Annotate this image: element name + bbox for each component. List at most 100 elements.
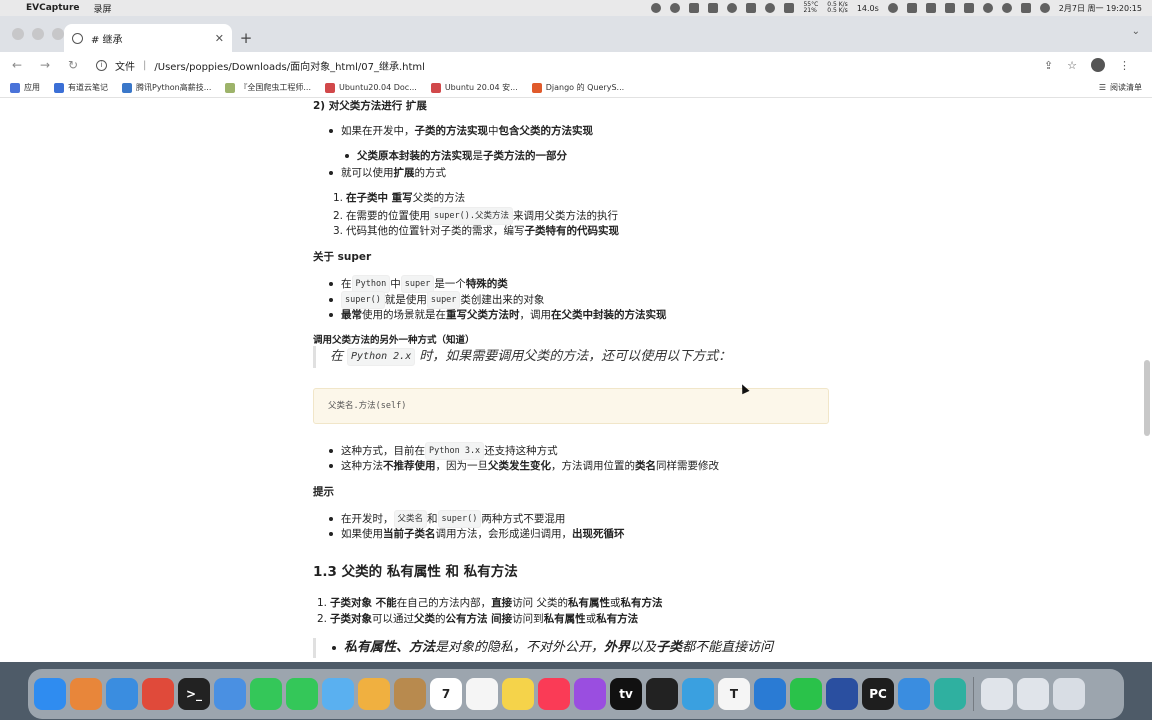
url-text[interactable]: /Users/poppies/Downloads/面向对象_html/07_继承… bbox=[154, 58, 425, 73]
ubuntu-icon bbox=[430, 82, 441, 93]
notes-brown-icon[interactable] bbox=[394, 678, 426, 710]
trash-icon[interactable] bbox=[1053, 678, 1085, 710]
close-window-button[interactable] bbox=[12, 28, 24, 40]
list-item: 如果在开发中， 子类的方法实现 中 包含 父类的方法实现 bbox=[329, 123, 593, 139]
video-player-icon[interactable] bbox=[826, 678, 858, 710]
pinwheel-icon[interactable] bbox=[670, 3, 681, 13]
close-tab-icon[interactable]: ✕ bbox=[215, 32, 224, 45]
tab-strip: # 继承 ✕ + ⌄ bbox=[0, 16, 1152, 52]
podcasts-icon[interactable] bbox=[574, 678, 606, 710]
dock-divider bbox=[973, 677, 974, 711]
list-item: 最常 使用的场景就是在 重写父类方法时 ，调用 在父类中封装的方法实现 bbox=[329, 307, 667, 323]
tencent-icon bbox=[122, 82, 132, 93]
forward-icon[interactable]: → bbox=[36, 58, 54, 72]
reminders-icon[interactable] bbox=[466, 678, 498, 710]
bookmark-b-icon bbox=[225, 82, 236, 93]
app-status-icon[interactable] bbox=[689, 3, 700, 13]
app-s-icon[interactable] bbox=[944, 3, 955, 13]
clipboard-icon[interactable] bbox=[708, 3, 719, 13]
youdao-icon bbox=[54, 82, 64, 93]
tab-active[interactable]: # 继承 ✕ bbox=[64, 24, 232, 52]
bookmark-item[interactable]: Django 的 QueryS... bbox=[531, 82, 624, 93]
app-menu[interactable]: EVCapture bbox=[26, 3, 80, 13]
list-item: 父类原本封装的方法实现 是 子类方法的一部分 bbox=[345, 148, 567, 164]
qq-icon[interactable] bbox=[646, 678, 678, 710]
ubuntu-icon bbox=[325, 82, 335, 93]
volume-icon[interactable] bbox=[906, 3, 917, 13]
csdn-icon bbox=[531, 82, 542, 93]
reading-list-button[interactable]: ☰ 阅读清单 bbox=[1099, 82, 1142, 93]
profile-avatar[interactable] bbox=[1091, 58, 1105, 72]
bookmark-apps[interactable]: 应用 bbox=[10, 82, 40, 93]
clock[interactable]: 2月7日 周一 19:20:15 bbox=[1059, 3, 1142, 14]
minimize-window-button[interactable] bbox=[32, 28, 44, 40]
cat-status-icon[interactable] bbox=[784, 3, 795, 13]
wechat-icon[interactable] bbox=[790, 678, 822, 710]
bookmark-star-icon[interactable]: ☆ bbox=[1067, 59, 1077, 72]
status-area: 55°C 21% 0.5 K/s 0.5 K/s 14.0s 2月7日 周一 19:… bbox=[651, 2, 1152, 14]
sheets-app-icon[interactable] bbox=[934, 678, 966, 710]
recording-timer[interactable]: 14.0s bbox=[857, 4, 879, 13]
reload-icon[interactable]: ↻ bbox=[64, 58, 82, 72]
vscode-icon[interactable] bbox=[754, 678, 786, 710]
list-item: 如果使用 当前子类名 调用方法，会形成递归调用， 出现死循环 bbox=[329, 526, 625, 542]
browser-window: # 继承 ✕ + ⌄ ← → ↻ i 文件 | /Users/poppies/D… bbox=[0, 16, 1152, 662]
screenshot-folder-2-icon[interactable] bbox=[1017, 678, 1049, 710]
siri-icon[interactable] bbox=[1039, 3, 1050, 13]
maps-icon[interactable] bbox=[322, 678, 354, 710]
bookmark-item[interactable]: 有道云笔记 bbox=[54, 82, 108, 93]
code-block[interactable]: 父类名.方法(self) bbox=[313, 388, 829, 424]
photos-icon[interactable] bbox=[358, 678, 390, 710]
apps-grid-icon bbox=[10, 82, 20, 93]
screenshot-folder-icon[interactable] bbox=[981, 678, 1013, 710]
pycharm-icon[interactable]: PC bbox=[862, 678, 894, 710]
list-item: 这种方法 不推荐使用 ，因为一旦 父类发生变化 ，方法调用位置的 类名 同样需要修改 bbox=[329, 458, 719, 474]
ordered-item: 2. 子类对象 可以通过 父类 的 公有方法 间接 访问到 私有属性 或 私有方法 bbox=[317, 613, 639, 625]
messages-icon[interactable] bbox=[286, 678, 318, 710]
wechat-status-icon[interactable] bbox=[727, 3, 738, 13]
control-center-icon[interactable] bbox=[1020, 3, 1031, 13]
record-menu[interactable]: 录屏 bbox=[94, 2, 112, 15]
dock: >_ 7 tv T PC bbox=[28, 669, 1124, 719]
qq-status-icon[interactable] bbox=[765, 3, 776, 13]
scrollbar[interactable] bbox=[1144, 360, 1150, 436]
more-menu-icon[interactable]: ⋮ bbox=[1119, 59, 1130, 72]
appletv-icon[interactable]: tv bbox=[610, 678, 642, 710]
address-bar[interactable]: i 文件 | /Users/poppies/Downloads/面向对象_htm… bbox=[92, 58, 1034, 73]
bookmark-item[interactable]: Ubuntu 20.04 安... bbox=[430, 82, 518, 93]
finder-icon[interactable] bbox=[34, 678, 66, 710]
net-stats: 0.5 K/s 0.5 K/s bbox=[827, 1, 848, 14]
bluetooth-icon[interactable] bbox=[925, 3, 936, 13]
grid-status-icon[interactable] bbox=[746, 3, 757, 13]
toolbar-actions: ⇪ ☆ ⋮ bbox=[1044, 58, 1144, 72]
bookmark-item[interactable]: 腾讯Python高薪技... bbox=[122, 82, 211, 93]
search-status-icon[interactable] bbox=[887, 3, 898, 13]
safari-icon[interactable] bbox=[106, 678, 138, 710]
heading-super: 关于 super bbox=[313, 251, 372, 263]
heading-tip: 提示 bbox=[313, 486, 334, 498]
facetime-icon[interactable] bbox=[250, 678, 282, 710]
feedback-icon[interactable] bbox=[682, 678, 714, 710]
music-icon[interactable] bbox=[538, 678, 570, 710]
cluster-app-icon[interactable] bbox=[898, 678, 930, 710]
calendar-icon[interactable]: 7 bbox=[430, 678, 462, 710]
terminal-icon[interactable]: >_ bbox=[178, 678, 210, 710]
wifi-icon[interactable] bbox=[982, 3, 993, 13]
battery-icon[interactable] bbox=[963, 3, 974, 13]
separator: | bbox=[143, 59, 147, 71]
star-icon[interactable] bbox=[651, 3, 662, 13]
typora-icon[interactable]: T bbox=[718, 678, 750, 710]
launchpad-icon[interactable] bbox=[70, 678, 102, 710]
back-icon[interactable]: ← bbox=[8, 58, 26, 72]
zoom-window-button[interactable] bbox=[52, 28, 64, 40]
mail-icon[interactable] bbox=[214, 678, 246, 710]
share-icon[interactable]: ⇪ bbox=[1044, 59, 1053, 72]
notes-icon[interactable] bbox=[502, 678, 534, 710]
info-icon[interactable]: i bbox=[96, 59, 107, 71]
bookmark-item[interactable]: 『全国爬虫工程师... bbox=[225, 82, 311, 93]
tab-search-chevron-icon[interactable]: ⌄ bbox=[1132, 26, 1140, 37]
bookmark-item[interactable]: Ubuntu20.04 Doc... bbox=[325, 82, 417, 93]
new-tab-button[interactable]: + bbox=[232, 24, 260, 52]
spotlight-icon[interactable] bbox=[1001, 3, 1012, 13]
chrome-icon[interactable] bbox=[142, 678, 174, 710]
